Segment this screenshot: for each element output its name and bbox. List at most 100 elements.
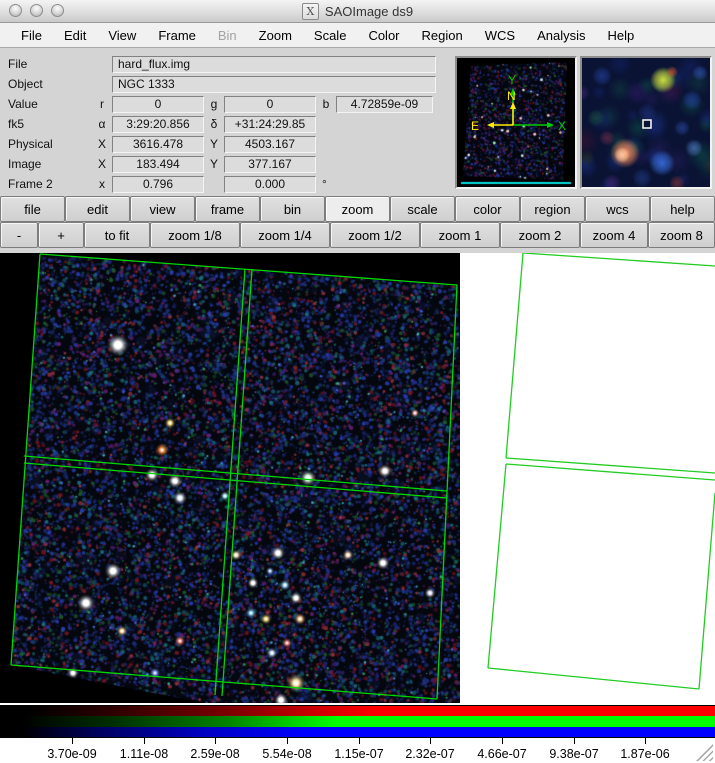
colorbar-tick-label: 5.54e-08 [262, 747, 312, 761]
frame2-label: Frame 2 [8, 177, 53, 191]
svg-text:N: N [507, 89, 516, 103]
svg-text:E: E [471, 119, 479, 133]
blank-frame[interactable] [460, 253, 715, 703]
colorbar[interactable] [0, 705, 715, 738]
colorbar-tick-label: 1.15e-07 [334, 747, 384, 761]
physical-axis-label: X [97, 137, 106, 151]
zoom-action-button-zoom-1-4[interactable]: zoom 1/4 [240, 222, 330, 248]
zoom-action-button--[interactable]: - [0, 222, 38, 248]
frame2-unit-label: ° [322, 177, 327, 191]
fk5-value-field[interactable]: 3:29:20.856 [112, 115, 204, 133]
display-area [0, 253, 715, 703]
menu-item-file[interactable]: File [10, 28, 53, 43]
menu-item-help[interactable]: Help [596, 28, 645, 43]
toolbar-button-view[interactable]: view [130, 196, 195, 222]
window-title: SAOImage ds9 [324, 3, 414, 19]
toolbar-button-file[interactable]: file [0, 196, 65, 222]
physical-value-field[interactable]: 3616.478 [112, 135, 204, 153]
colorbar-tick-label: 3.70e-09 [47, 747, 97, 761]
physical-value-field[interactable]: 4503.167 [224, 135, 316, 153]
zoom-action-button-zoom-2[interactable]: zoom 2 [500, 222, 580, 248]
menu-item-analysis[interactable]: Analysis [526, 28, 596, 43]
colorbar-tick-label: 2.32e-07 [405, 747, 455, 761]
menu-item-scale[interactable]: Scale [303, 28, 358, 43]
ccd-region-overlay[interactable] [0, 253, 460, 703]
colorbar-green-band [0, 716, 715, 727]
zoom-action-button-zoom-1-2[interactable]: zoom 1/2 [330, 222, 420, 248]
value-axis-label: b [322, 97, 330, 111]
physical-axis-label: Y [209, 137, 218, 151]
zoom-action-button-zoom-4[interactable]: zoom 4 [580, 222, 648, 248]
colorbar-tick [72, 738, 73, 744]
close-window-button[interactable] [9, 4, 22, 17]
colorbar-tick [287, 738, 288, 744]
toolbar-button-help[interactable]: help [650, 196, 715, 222]
colorbar-tick [215, 738, 216, 744]
ccd-region-overlay-blank[interactable] [460, 253, 715, 703]
fk5-axis-label: α [98, 117, 106, 131]
object-label: Object [8, 77, 43, 91]
object-value-field[interactable]: NGC 1333 [112, 75, 436, 93]
image-axis-label: Y [209, 157, 218, 171]
svg-text:X: X [558, 119, 566, 133]
fk5-axis-label: δ [210, 117, 218, 131]
frame2-axis-label: x [99, 177, 105, 191]
file-value-field[interactable]: hard_flux.img [112, 55, 436, 73]
fk5-label: fk5 [8, 117, 25, 131]
colorbar-tick [574, 738, 575, 744]
toolbar-button-zoom[interactable]: zoom [325, 196, 390, 222]
toolbar-button-frame[interactable]: frame [195, 196, 260, 222]
toolbar-button-wcs[interactable]: wcs [585, 196, 650, 222]
menu-item-edit[interactable]: Edit [53, 28, 97, 43]
image-value-field[interactable]: 377.167 [224, 155, 316, 173]
zoom-action-button-zoom-8[interactable]: zoom 8 [648, 222, 715, 248]
colorbar-blue-band [0, 726, 715, 737]
zoom-window-button[interactable] [51, 4, 64, 17]
menu-item-frame[interactable]: Frame [147, 28, 207, 43]
colorbar-tick [645, 738, 646, 744]
zoom-action-button-zoom-1-8[interactable]: zoom 1/8 [150, 222, 240, 248]
image-axis-label: X [97, 157, 106, 171]
value-value-field[interactable]: 4.72859e-09 [336, 95, 433, 113]
category-toolbar: file edit view frame bin zoom scale color region… [0, 196, 715, 222]
minimize-window-button[interactable] [30, 4, 43, 17]
menu-item-wcs[interactable]: WCS [474, 28, 526, 43]
menu-item-color[interactable]: Color [357, 28, 410, 43]
colorbar-tick-label: 1.87e-06 [620, 747, 670, 761]
zoom-action-button-to-fit[interactable]: to fit [84, 222, 150, 248]
image-frame[interactable] [0, 253, 460, 703]
zoom-toolbar: - + to fit zoom 1/8 zoom 1/4 zoom 1/2 zoom 1 zo… [0, 222, 715, 248]
toolbar-button-bin[interactable]: bin [260, 196, 325, 222]
value-value-field[interactable]: 0 [112, 95, 204, 113]
info-panel: File hard_flux.img Object NGC 1333 Value r 0 g 0… [0, 48, 715, 196]
panner-compass: X Y E N [471, 73, 566, 133]
colorbar-tick [144, 738, 145, 744]
colorbar-tick [502, 738, 503, 744]
toolbar-button-color[interactable]: color [455, 196, 520, 222]
menu-item-bin[interactable]: Bin [207, 28, 248, 43]
menu-item-zoom[interactable]: Zoom [248, 28, 303, 43]
fk5-value-field[interactable]: +31:24:29.85 [224, 115, 316, 133]
resize-grip[interactable] [696, 744, 713, 761]
frame2-value-field[interactable]: 0.796 [112, 175, 204, 193]
file-label: File [8, 57, 28, 71]
panner[interactable]: X Y E N [455, 56, 577, 189]
magnifier-cursor [642, 119, 652, 129]
magnifier [580, 56, 712, 189]
frame2-value-field[interactable]: 0.000 [224, 175, 316, 193]
zoom-action-button--[interactable]: + [38, 222, 84, 248]
physical-label: Physical [8, 137, 53, 151]
value-axis-label: r [100, 97, 104, 111]
value-value-field[interactable]: 0 [224, 95, 316, 113]
menu-item-view[interactable]: View [97, 28, 147, 43]
zoom-action-button-zoom-1[interactable]: zoom 1 [420, 222, 500, 248]
toolbar-button-edit[interactable]: edit [65, 196, 130, 222]
colorbar-tick-label: 9.38e-07 [549, 747, 599, 761]
toolbar-button-scale[interactable]: scale [390, 196, 455, 222]
window-title-group: X SAOImage ds9 [301, 2, 414, 20]
image-value-field[interactable]: 183.494 [112, 155, 204, 173]
colorbar-red-band [0, 706, 715, 717]
toolbar-button-region[interactable]: region [520, 196, 585, 222]
image-label: Image [8, 157, 42, 171]
menu-item-region[interactable]: Region [411, 28, 474, 43]
